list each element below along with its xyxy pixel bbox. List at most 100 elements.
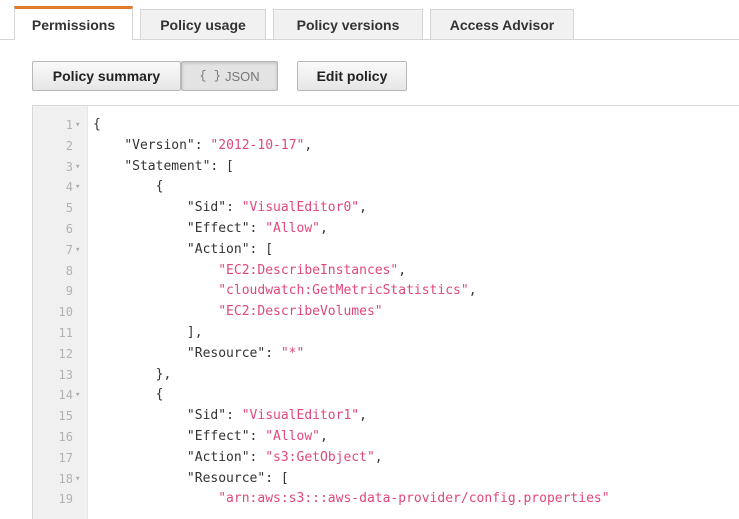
line-number: 5 bbox=[65, 201, 73, 216]
json-string: "arn:aws:s3:::aws-data-provider/config.p… bbox=[218, 491, 610, 507]
json-punctuation: , bbox=[320, 428, 328, 444]
code-text: "Action": "s3:GetObject", bbox=[93, 448, 383, 469]
code-text: "Resource": [ bbox=[93, 469, 289, 490]
json-punctuation: , bbox=[359, 408, 367, 424]
code-line: 15 "Sid": "VisualEditor1", bbox=[33, 406, 739, 427]
code-line: 6 "Effect": "Allow", bbox=[33, 219, 739, 240]
code-text: "EC2:DescribeVolumes" bbox=[93, 302, 383, 323]
code-line: 14 ▾ { bbox=[33, 385, 739, 406]
json-punctuation: , bbox=[359, 200, 367, 216]
json-button[interactable]: { } JSON bbox=[181, 61, 278, 91]
json-punctuation: { bbox=[93, 117, 101, 132]
json-punctuation: , bbox=[320, 220, 328, 236]
code-text: "cloudwatch:GetMetricStatistics", bbox=[93, 281, 477, 302]
code-line: 19 "arn:aws:s3:::aws-data-provider/confi… bbox=[33, 489, 739, 510]
line-number: 19 bbox=[58, 492, 73, 507]
line-number: 17 bbox=[58, 450, 73, 465]
json-string: "*" bbox=[280, 345, 305, 361]
json-string: "VisualEditor0" bbox=[241, 200, 360, 216]
fold-arrow-icon[interactable]: ▾ bbox=[75, 115, 85, 136]
json-string: "EC2:DescribeInstances" bbox=[218, 262, 399, 278]
line-number: 11 bbox=[58, 325, 73, 340]
line-number: 2 bbox=[65, 138, 73, 153]
code-text: { bbox=[93, 385, 164, 406]
json-punctuation: , bbox=[468, 283, 477, 299]
policy-summary-button[interactable]: Policy summary bbox=[32, 61, 181, 91]
json-punctuation: }, bbox=[155, 366, 172, 382]
fold-arrow-icon[interactable]: ▾ bbox=[75, 385, 85, 406]
code-line: 13 }, bbox=[33, 365, 739, 386]
code-text: "Effect": "Allow", bbox=[93, 427, 328, 448]
tab-bar: Permissions Policy usage Policy versions… bbox=[0, 0, 739, 40]
line-number: 3 bbox=[65, 159, 73, 174]
json-punctuation: : bbox=[265, 345, 281, 361]
json-punctuation: : bbox=[194, 137, 211, 153]
fold-arrow-icon[interactable]: ▾ bbox=[75, 469, 85, 490]
json-punctuation: : [ bbox=[249, 241, 274, 257]
json-code-editor[interactable]: 1 ▾{2 "Version": "2012-10-17", 3 ▾ "Stateme… bbox=[32, 105, 739, 519]
code-text: }, bbox=[93, 365, 172, 386]
code-text: "EC2:DescribeInstances", bbox=[93, 261, 406, 282]
json-punctuation: : bbox=[249, 449, 266, 465]
code-text: "Effect": "Allow", bbox=[93, 219, 328, 240]
code-text: "Sid": "VisualEditor1", bbox=[93, 406, 367, 427]
json-punctuation: : bbox=[249, 428, 266, 444]
code-line: 8 "EC2:DescribeInstances", bbox=[33, 261, 739, 282]
tab-policy-usage[interactable]: Policy usage bbox=[140, 9, 266, 39]
braces-icon: { } bbox=[199, 69, 221, 83]
tab-permissions[interactable]: Permissions bbox=[14, 6, 133, 40]
json-key: "Action" bbox=[186, 241, 250, 257]
code-line: 11 ], bbox=[33, 323, 739, 344]
json-button-label: JSON bbox=[224, 68, 260, 84]
code-line: 2 "Version": "2012-10-17", bbox=[33, 136, 739, 157]
json-punctuation: : [ bbox=[265, 470, 289, 486]
json-punctuation: ], bbox=[186, 324, 203, 340]
fold-arrow-icon[interactable]: ▾ bbox=[75, 177, 85, 198]
json-key: "Statement" bbox=[124, 158, 211, 174]
line-number: 1 bbox=[65, 118, 73, 132]
code-text: { bbox=[93, 177, 164, 198]
json-key: "Effect" bbox=[186, 220, 250, 236]
json-punctuation: : bbox=[249, 220, 266, 236]
line-number: 7 bbox=[65, 242, 73, 257]
json-punctuation: , bbox=[304, 137, 313, 153]
policy-page: Permissions Policy usage Policy versions… bbox=[0, 0, 739, 519]
code-line: 1 ▾ { bbox=[33, 115, 739, 136]
code-line: 16 "Effect": "Allow", bbox=[33, 427, 739, 448]
edit-policy-button[interactable]: Edit policy bbox=[297, 61, 407, 91]
json-key: "Resource" bbox=[186, 345, 266, 361]
fold-arrow-icon[interactable]: ▾ bbox=[75, 157, 85, 178]
code-line: 10 "EC2:DescribeVolumes" bbox=[33, 302, 739, 323]
code-line: 7 ▾ "Action": [ bbox=[33, 240, 739, 261]
line-number: 4 bbox=[65, 180, 73, 195]
json-key: "Resource" bbox=[186, 470, 266, 486]
code-text: { bbox=[93, 115, 101, 136]
json-key: "Effect" bbox=[186, 428, 250, 444]
code-text: ], bbox=[93, 323, 203, 344]
json-key: "Sid" bbox=[186, 200, 227, 216]
tab-access-advisor[interactable]: Access Advisor bbox=[430, 9, 574, 39]
line-number: 13 bbox=[58, 367, 73, 382]
json-punctuation: : bbox=[226, 200, 242, 216]
json-string: "2012-10-17" bbox=[210, 137, 305, 153]
json-punctuation: { bbox=[155, 179, 164, 195]
json-string: "EC2:DescribeVolumes" bbox=[218, 304, 383, 320]
fold-arrow-icon[interactable]: ▾ bbox=[75, 240, 85, 261]
line-number: 18 bbox=[58, 471, 73, 486]
line-number: 6 bbox=[65, 221, 73, 236]
tab-policy-versions[interactable]: Policy versions bbox=[273, 9, 423, 39]
line-number: 16 bbox=[58, 429, 73, 444]
code-text: "Resource": "*" bbox=[93, 344, 304, 365]
json-button-content: { } JSON bbox=[199, 69, 259, 84]
code-line: 9 "cloudwatch:GetMetricStatistics", bbox=[33, 281, 739, 302]
code-lines: 1 ▾{2 "Version": "2012-10-17", 3 ▾ "Stateme… bbox=[33, 115, 739, 510]
code-text: "Statement": [ bbox=[93, 157, 234, 178]
json-punctuation: , bbox=[398, 262, 407, 278]
json-key: "Version" bbox=[124, 137, 195, 153]
json-punctuation: { bbox=[155, 387, 164, 403]
json-punctuation: : bbox=[226, 408, 242, 424]
line-number: 8 bbox=[65, 263, 73, 278]
line-number: 9 bbox=[65, 284, 73, 299]
code-text: "arn:aws:s3:::aws-data-provider/config.p… bbox=[93, 489, 610, 510]
code-line: 17 "Action": "s3:GetObject", bbox=[33, 448, 739, 469]
